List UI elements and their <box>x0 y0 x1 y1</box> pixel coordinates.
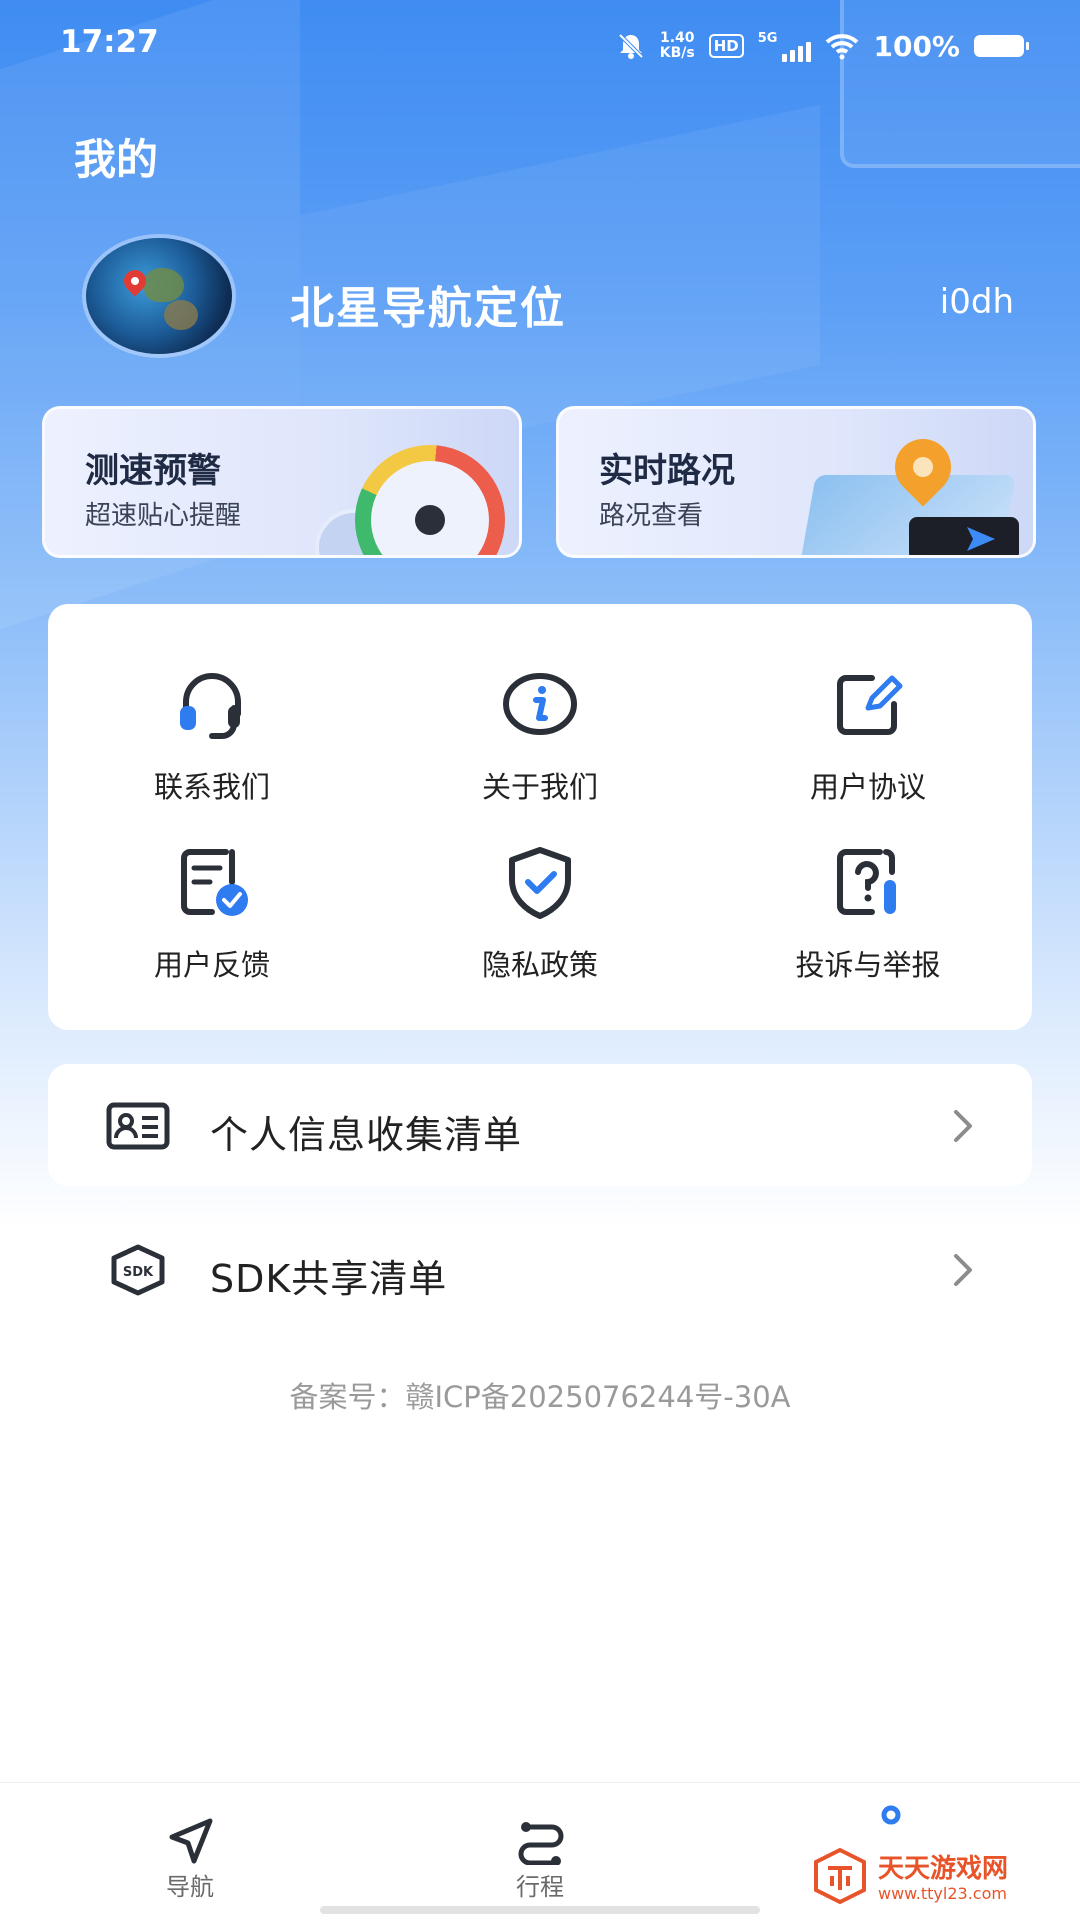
complaint-report-item[interactable]: 投诉与举报 <box>704 842 1032 1012</box>
promo-title: 测速预警 <box>85 451 221 491</box>
mute-bell-icon <box>618 33 644 59</box>
grid-label: 投诉与举报 <box>795 948 941 982</box>
question-report-icon <box>837 849 896 915</box>
speedometer-icon <box>355 445 505 555</box>
headset-icon <box>180 673 241 739</box>
profile-name: 北星导航定位 <box>290 283 566 334</box>
info-icon <box>503 673 577 735</box>
grid-label: 关于我们 <box>481 770 598 804</box>
watermark-logo-icon <box>814 1847 866 1905</box>
user-agreement-item[interactable]: 用户协议 <box>704 664 1032 834</box>
navigation-arrow-icon <box>169 1818 213 1864</box>
speed-warning-card[interactable]: 测速预警 超速贴心提醒 <box>42 406 522 558</box>
grid-label: 隐私政策 <box>481 948 598 982</box>
promo-title: 实时路况 <box>599 451 735 491</box>
contact-us-item[interactable]: 联系我们 <box>48 664 376 834</box>
personal-info-list-row[interactable]: 个人信息收集清单 <box>48 1064 1032 1186</box>
user-id: i0dh <box>939 282 1014 322</box>
avatar[interactable] <box>86 238 232 354</box>
promo-subtitle: 超速贴心提醒 <box>85 501 242 531</box>
navigation-device-icon <box>909 517 1019 555</box>
watermark: 天天游戏网 www.ttyl23.com <box>806 1846 1046 1912</box>
id-card-icon <box>106 1102 170 1150</box>
services-grid: 联系我们 关于我们 用户协议 用户反馈 隐私政策 投诉与举报 <box>48 604 1032 1030</box>
chevron-right-icon <box>954 1254 972 1286</box>
icp-record: 备案号：赣ICP备2025076244号-30A <box>289 1380 791 1414</box>
privacy-policy-item[interactable]: 隐私政策 <box>376 842 704 1012</box>
about-us-item[interactable]: 关于我们 <box>376 664 704 834</box>
chevron-right-icon <box>954 1110 972 1142</box>
shield-check-icon <box>509 847 571 919</box>
grid-label: 用户反馈 <box>153 948 270 982</box>
cell-signal-icon: 5G <box>758 31 812 62</box>
status-icons: 1.40 KB/s HD 5G 100% <box>616 26 1029 66</box>
route-icon <box>518 1822 564 1865</box>
nav-tab-trips[interactable]: 行程 <box>440 1783 640 1903</box>
hd-badge: HD <box>708 34 744 58</box>
row-label: SDK共享清单 <box>210 1257 448 1301</box>
svg-text:SDK: SDK <box>123 1265 154 1280</box>
grid-label: 用户协议 <box>809 770 926 804</box>
row-label: 个人信息收集清单 <box>210 1113 523 1157</box>
grid-label: 联系我们 <box>153 770 270 804</box>
traffic-card[interactable]: 实时路况 路况查看 <box>556 406 1036 558</box>
battery-percent: 100% <box>873 29 960 63</box>
status-time: 17:27 <box>60 24 159 60</box>
feedback-document-icon <box>181 849 248 916</box>
user-feedback-item[interactable]: 用户反馈 <box>48 842 376 1012</box>
home-indicator[interactable] <box>320 1906 760 1914</box>
promo-subtitle: 路况查看 <box>599 501 704 531</box>
network-speed: 1.40 KB/s <box>659 30 695 61</box>
page-title: 我的 <box>74 135 159 184</box>
watermark-url: www.ttyl23.com <box>878 1884 1007 1903</box>
status-bar: 17:27 1.40 KB/s HD 5G 100% <box>0 0 1080 92</box>
wifi-icon <box>826 34 859 60</box>
nav-label: 导航 <box>166 1873 214 1901</box>
nav-label: 行程 <box>516 1873 564 1901</box>
watermark-title: 天天游戏网 <box>878 1854 1009 1884</box>
sdk-box-icon: SDK <box>111 1244 165 1296</box>
sdk-list-row[interactable]: SDK SDK共享清单 <box>48 1208 1032 1330</box>
battery-icon <box>974 35 1029 57</box>
nav-tab-navigation[interactable]: 导航 <box>90 1783 290 1903</box>
edit-document-icon <box>837 675 903 735</box>
profile-page: 17:27 1.40 KB/s HD 5G 100% 我的 北星导航定位 i0d… <box>0 0 1080 1920</box>
